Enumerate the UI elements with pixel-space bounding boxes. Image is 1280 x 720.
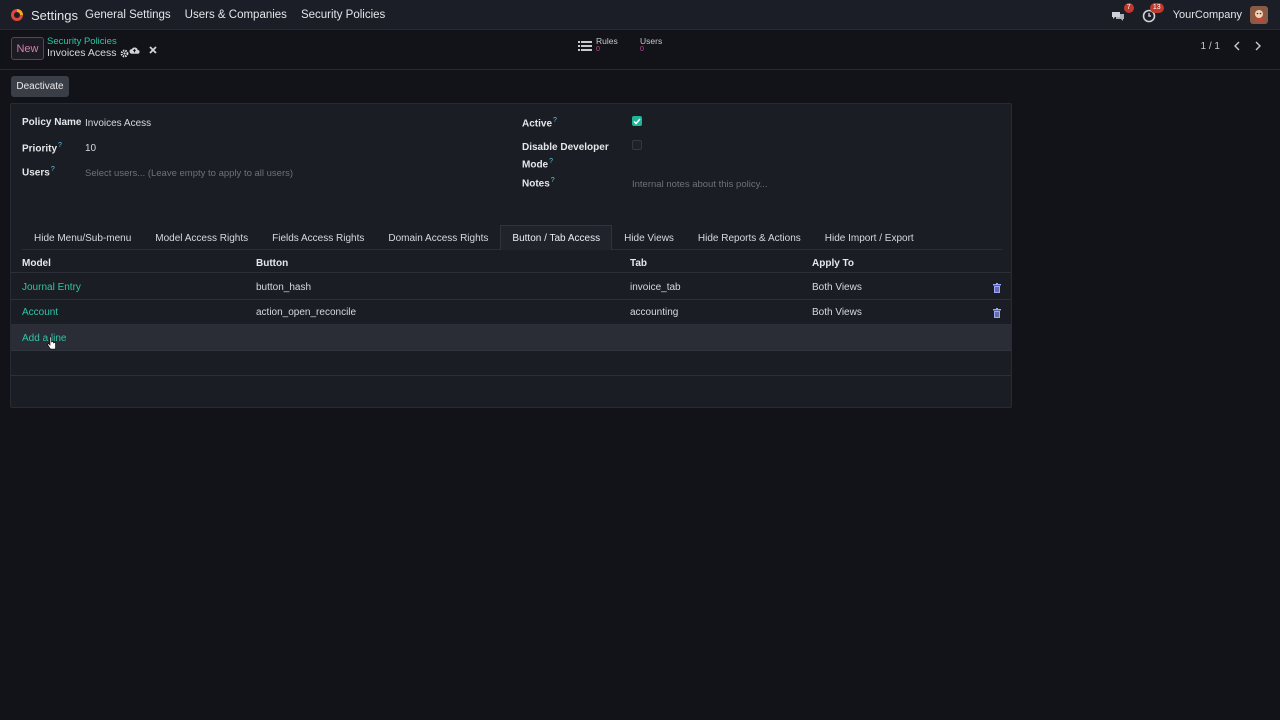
row-apply-to: Both Views <box>812 307 862 318</box>
active-label: Active? <box>522 117 557 130</box>
table-row[interactable]: Account action_open_reconcile accounting… <box>11 300 1011 325</box>
column-button[interactable]: Button <box>256 258 288 269</box>
top-navbar: Settings General Settings Users & Compan… <box>0 0 1280 30</box>
trash-icon[interactable] <box>993 282 1001 296</box>
help-tooltip-icon[interactable]: ? <box>551 177 555 184</box>
chat-icon <box>1111 12 1124 21</box>
help-tooltip-icon[interactable]: ? <box>549 158 553 165</box>
tab-hide-views[interactable]: Hide Views <box>612 225 686 250</box>
priority-field[interactable]: 10 <box>85 143 96 154</box>
breadcrumb-current: Invoices Acess <box>47 47 117 59</box>
pager-next-button[interactable] <box>1251 39 1265 53</box>
pager-value[interactable]: 1 / 1 <box>1201 41 1220 52</box>
rules-label: Rules <box>596 36 618 46</box>
chevron-right-icon <box>1255 41 1261 51</box>
pager-previous-button[interactable] <box>1229 39 1243 53</box>
disable-developer-mode-checkbox[interactable] <box>632 140 642 150</box>
activities-button[interactable]: 13 <box>1139 3 1164 24</box>
tab-domain-access-rights[interactable]: Domain Access Rights <box>376 225 500 250</box>
menu-general-settings[interactable]: General Settings <box>85 9 171 21</box>
help-tooltip-icon[interactable]: ? <box>51 166 55 173</box>
row-button: action_open_reconcile <box>256 307 357 318</box>
policy-name-field[interactable]: Invoices Acess <box>85 118 151 129</box>
app-logo-icon[interactable] <box>10 8 24 22</box>
navbar-systray: 7 13 YourCompany <box>1099 3 1268 24</box>
priority-label: Priority? <box>22 142 62 155</box>
users-label: Users? <box>22 166 55 179</box>
users-field[interactable]: Select users... (Leave empty to apply to… <box>85 168 293 179</box>
notes-field[interactable]: Internal notes about this policy... <box>632 179 768 190</box>
rules-smart-button[interactable]: Rules 0 <box>578 36 618 58</box>
column-apply-to[interactable]: Apply To <box>812 258 854 269</box>
add-line-link[interactable]: Add a line <box>22 333 66 344</box>
activities-badge: 13 <box>1149 3 1164 13</box>
empty-row <box>11 351 1011 376</box>
mouse-pointer-icon <box>47 336 57 354</box>
users-smart-button[interactable]: Users 0 <box>640 36 662 58</box>
help-tooltip-icon[interactable]: ? <box>553 117 557 124</box>
app-name[interactable]: Settings <box>31 8 78 23</box>
row-tab: invoice_tab <box>630 282 681 293</box>
user-avatar[interactable] <box>1250 6 1268 24</box>
breadcrumb: Invoices Acess <box>47 47 129 59</box>
save-cloud-icon[interactable] <box>129 46 140 55</box>
messages-badge: 7 <box>1123 3 1134 13</box>
row-tab: accounting <box>630 307 679 318</box>
discard-close-icon[interactable] <box>149 46 157 54</box>
breadcrumb-parent[interactable]: Security Policies <box>47 36 117 47</box>
add-line-row: Add a line <box>11 325 1011 351</box>
menu-security-policies[interactable]: Security Policies <box>301 9 385 21</box>
active-checkbox[interactable] <box>632 116 642 126</box>
help-tooltip-icon[interactable]: ? <box>58 142 62 149</box>
tab-model-access-rights[interactable]: Model Access Rights <box>143 225 260 250</box>
row-model[interactable]: Journal Entry <box>22 282 81 293</box>
row-model[interactable]: Account <box>22 307 58 318</box>
company-switcher[interactable]: YourCompany <box>1173 9 1242 21</box>
table-row[interactable]: Journal Entry button_hash invoice_tab Bo… <box>11 275 1011 300</box>
users-count: 0 <box>640 46 644 53</box>
disable-developer-mode-label: Disable Developer Mode? <box>522 142 609 171</box>
tab-fields-access-rights[interactable]: Fields Access Rights <box>260 225 376 250</box>
list-icon <box>578 41 592 51</box>
table-header: Model Button Tab Apply To <box>11 253 1011 273</box>
tab-button-tab-access[interactable]: Button / Tab Access <box>500 225 613 250</box>
column-tab[interactable]: Tab <box>630 258 647 269</box>
form-sheet: Policy Name Invoices Acess Priority? 10 … <box>10 103 1012 408</box>
tab-hide-menu[interactable]: Hide Menu/Sub-menu <box>22 225 143 250</box>
users-label: Users <box>640 36 663 46</box>
main-menu: General Settings Users & Companies Secur… <box>85 9 399 21</box>
control-panel: New Security Policies Invoices Acess Rul… <box>0 30 1280 70</box>
messages-button[interactable]: 7 <box>1109 3 1134 24</box>
deactivate-button[interactable]: Deactivate <box>11 76 69 97</box>
trash-icon[interactable] <box>993 307 1001 321</box>
tab-hide-import-export[interactable]: Hide Import / Export <box>813 225 926 250</box>
menu-users-companies[interactable]: Users & Companies <box>185 9 287 21</box>
checkmark-icon <box>633 118 641 125</box>
column-model[interactable]: Model <box>22 258 51 269</box>
chevron-left-icon <box>1233 41 1239 51</box>
notebook-tabs: Hide Menu/Sub-menu Model Access Rights F… <box>22 225 1002 250</box>
notes-label: Notes? <box>522 177 555 190</box>
new-button[interactable]: New <box>11 37 44 60</box>
rules-count: 0 <box>596 46 600 53</box>
row-button: button_hash <box>256 282 312 293</box>
policy-name-label: Policy Name <box>22 117 82 128</box>
tab-hide-reports-actions[interactable]: Hide Reports & Actions <box>686 225 813 250</box>
row-apply-to: Both Views <box>812 282 862 293</box>
